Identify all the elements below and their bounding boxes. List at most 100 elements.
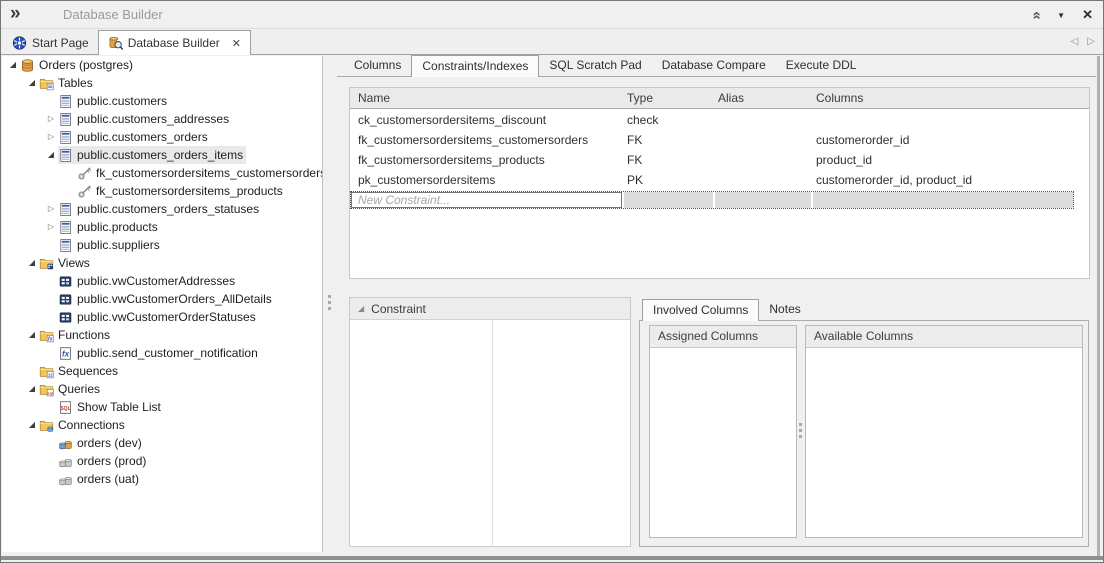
tree-item-orders-postgres[interactable]: ◢Orders (postgres) [2, 56, 322, 74]
constraint-row-ck-customersordersitems-discount[interactable]: ck_customersordersitems_discountcheck [350, 110, 1089, 130]
tree-node[interactable]: orders (prod) [58, 452, 149, 470]
panel-titlebar: » Database Builder » ▼ ✕ [1, 1, 1103, 29]
caret-down-icon[interactable]: ▼ [1057, 11, 1065, 20]
tree-item-public-customers[interactable]: public.customers [2, 92, 322, 110]
tree-node[interactable]: SQLShow Table List [58, 398, 164, 416]
column-header-name[interactable]: Name [350, 91, 619, 105]
tab-scroll-right-icon[interactable]: ▷ [1087, 36, 1095, 47]
tree-node[interactable]: sqlQueries [39, 380, 103, 398]
tree-node[interactable]: public.customers [58, 92, 170, 110]
tree-item-fk-customersordersitems-customersorders[interactable]: fk_customersordersitems_customersorders [2, 164, 322, 182]
collapsed-arrow-icon[interactable]: ▷ [44, 218, 58, 236]
close-window-icon[interactable]: ✕ [1082, 7, 1093, 23]
collapsed-arrow-icon[interactable]: ▷ [44, 200, 58, 218]
tree-node[interactable]: public.customers_addresses [58, 110, 232, 128]
tree-item-public-vwcustomerorderstatuses[interactable]: public.vwCustomerOrderStatuses [2, 308, 322, 326]
tree-node[interactable]: fk_customersordersitems_products [77, 182, 286, 200]
tree-node[interactable]: 12Sequences [39, 362, 121, 380]
constraint-row-fk-customersordersitems-products[interactable]: fk_customersordersitems_productsFKproduc… [350, 150, 1089, 170]
tree-node[interactable]: fxFunctions [39, 326, 113, 344]
close-tab-icon[interactable]: ✕ [232, 37, 241, 50]
tree-item-public-suppliers[interactable]: public.suppliers [2, 236, 322, 254]
tree-node[interactable]: public.vwCustomerOrderStatuses [58, 308, 259, 326]
tree-node[interactable]: public.vwCustomerOrders_AllDetails [58, 290, 275, 308]
tree-item-queries[interactable]: ◢sqlQueries [2, 380, 322, 398]
collapse-section-icon[interactable]: ◢ [358, 304, 364, 313]
tree-node[interactable]: Views [39, 254, 93, 272]
constraint-row-pk-customersordersitems[interactable]: pk_customersordersitemsPKcustomerorder_i… [350, 170, 1089, 190]
cell-name: ck_customersordersitems_discount [350, 113, 619, 127]
tab-columns[interactable]: Columns [344, 55, 411, 76]
tree-item-label: public.products [77, 220, 158, 234]
tree-node[interactable]: fxpublic.send_customer_notification [58, 344, 261, 362]
tree-node[interactable]: Connections [39, 416, 128, 434]
table-icon [58, 130, 73, 145]
expanded-arrow-icon[interactable]: ◢ [6, 56, 20, 74]
new-constraint-row[interactable]: New Constraint... [350, 191, 1074, 209]
tree-item-tables[interactable]: ◢Tables [2, 74, 322, 92]
chevrons-up-icon[interactable]: » [1028, 11, 1045, 19]
tab-sql-scratch-pad[interactable]: SQL Scratch Pad [539, 55, 651, 76]
folder-query-icon: sql [39, 382, 54, 397]
tree-node[interactable]: Orders (postgres) [20, 56, 136, 74]
tree-item-public-products[interactable]: ▷ public.products [2, 218, 322, 236]
tree-item-public-customers-addresses[interactable]: ▷public.customers_addresses [2, 110, 322, 128]
new-constraint-input[interactable]: New Constraint... [351, 192, 622, 208]
tree-node[interactable]: Tables [39, 74, 96, 92]
tree-item-connections[interactable]: ◢Connections [2, 416, 322, 434]
expanded-arrow-icon[interactable]: ◢ [25, 254, 39, 272]
collapsed-arrow-icon[interactable]: ▷ [44, 110, 58, 128]
tab-notes[interactable]: Notes [759, 299, 810, 320]
tree-item-fk-customersordersitems-products[interactable]: fk_customersordersitems_products [2, 182, 322, 200]
columns-list-splitter[interactable] [797, 325, 805, 538]
column-header-type[interactable]: Type [619, 91, 710, 105]
doc-tab-database-builder[interactable]: Database Builder✕ [98, 30, 251, 55]
tree-item-public-vwcustomerorders-alldetails[interactable]: public.vwCustomerOrders_AllDetails [2, 290, 322, 308]
constraint-panel-header[interactable]: ◢ Constraint [350, 298, 630, 320]
tab-constraints-indexes[interactable]: Constraints/Indexes [411, 55, 539, 77]
available-columns-list[interactable]: Available Columns [805, 325, 1083, 538]
tree-item-sequences[interactable]: 12Sequences [2, 362, 322, 380]
tree-node[interactable]: orders (dev) [58, 434, 145, 452]
tab-execute-ddl[interactable]: Execute DDL [776, 55, 867, 76]
constraint-row-fk-customersordersitems-customersorders[interactable]: fk_customersordersitems_customersordersF… [350, 130, 1089, 150]
tree-item-public-vwcustomeraddresses[interactable]: public.vwCustomerAddresses [2, 272, 322, 290]
tab-scroll-left-icon[interactable]: ◁ [1071, 36, 1079, 47]
panel-tab-bar: ColumnsConstraints/IndexesSQL Scratch Pa… [337, 55, 1096, 77]
tree-node[interactable]: public.suppliers [58, 236, 163, 254]
tree-item-views[interactable]: ◢Views [2, 254, 322, 272]
tree-item-orders-uat[interactable]: orders (uat) [2, 470, 322, 488]
tree-item-public-customers-orders[interactable]: ▷public.customers_orders [2, 128, 322, 146]
doc-tab-start-page[interactable]: Start Page [3, 31, 98, 54]
tree-item-show-table-list[interactable]: SQLShow Table List [2, 398, 322, 416]
titlebar-controls: » ▼ ✕ [1032, 1, 1093, 29]
expanded-arrow-icon[interactable]: ◢ [25, 416, 39, 434]
assigned-columns-list[interactable]: Assigned Columns [649, 325, 797, 538]
tree-item-public-customers-orders-statuses[interactable]: ▷public.customers_orders_statuses [2, 200, 322, 218]
collapsed-arrow-icon[interactable]: ▷ [44, 128, 58, 146]
tree-node[interactable]: public.customers_orders_statuses [58, 200, 262, 218]
expanded-arrow-icon[interactable]: ◢ [25, 380, 39, 398]
tree-node[interactable]: public.products [58, 218, 161, 236]
tree-node[interactable]: fk_customersordersitems_customersorders [77, 164, 323, 182]
tree-item-orders-dev[interactable]: orders (dev) [2, 434, 322, 452]
column-header-columns[interactable]: Columns [808, 91, 1089, 105]
expanded-arrow-icon[interactable]: ◢ [44, 146, 58, 164]
tab-database-compare[interactable]: Database Compare [652, 55, 776, 76]
expanded-arrow-icon[interactable]: ◢ [25, 326, 39, 344]
chevrons-right-icon[interactable]: » [10, 1, 21, 27]
column-header-alias[interactable]: Alias [710, 91, 808, 105]
tree-item-orders-prod[interactable]: orders (prod) [2, 452, 322, 470]
tree-node[interactable]: public.customers_orders [58, 128, 211, 146]
constraint-panel-title: Constraint [371, 302, 426, 316]
tree-item-public-customers-orders-items[interactable]: ◢public.customers_orders_items [2, 146, 322, 164]
tree-item-public-send-customer-notification[interactable]: fxpublic.send_customer_notification [2, 344, 322, 362]
tab-involved-columns[interactable]: Involved Columns [642, 299, 759, 321]
tree-node[interactable]: public.vwCustomerAddresses [58, 272, 238, 290]
tree-node[interactable]: public.customers_orders_items [58, 146, 246, 164]
tree-node[interactable]: orders (uat) [58, 470, 142, 488]
tree-item-label: orders (prod) [77, 454, 146, 468]
expanded-arrow-icon[interactable]: ◢ [25, 74, 39, 92]
tree-panel-splitter[interactable] [323, 56, 337, 552]
tree-item-functions[interactable]: ◢fxFunctions [2, 326, 322, 344]
